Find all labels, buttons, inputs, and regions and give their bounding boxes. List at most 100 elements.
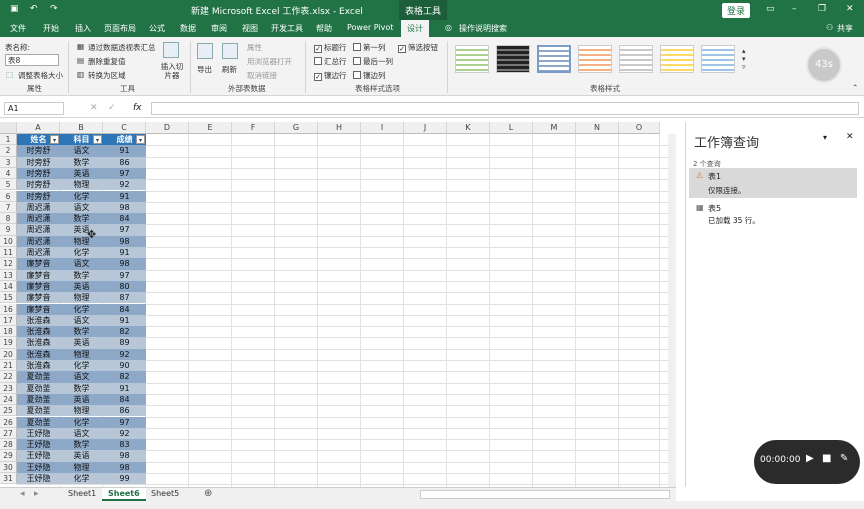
row-header[interactable]: 30 — [0, 461, 17, 473]
table-cell[interactable]: 91 — [103, 382, 146, 394]
table-cell[interactable]: 化学 — [60, 416, 103, 428]
table-cell[interactable]: 数学 — [60, 439, 103, 451]
row-header[interactable]: 6 — [0, 190, 17, 202]
tab-review[interactable]: 审阅 — [211, 23, 227, 34]
row-header[interactable]: 14 — [0, 280, 17, 293]
table-cell[interactable]: 84 — [103, 213, 146, 225]
row-header[interactable]: 7 — [0, 201, 17, 214]
option-first-column[interactable]: 第一列 — [353, 42, 386, 53]
ribbon-options-icon[interactable]: ▭ — [766, 4, 775, 14]
option-total-row[interactable]: 汇总行 — [314, 56, 347, 67]
table-cell[interactable]: 夏劲釜 — [17, 405, 60, 417]
table-header-cell[interactable]: 姓名 ▾ — [17, 134, 60, 146]
tab-file[interactable]: 文件 — [10, 23, 26, 34]
row-header[interactable]: 16 — [0, 303, 17, 315]
table-cell[interactable]: 廉梦音 — [17, 292, 60, 304]
row-header[interactable]: 19 — [0, 337, 17, 349]
table-cell[interactable]: 数学 — [60, 213, 103, 225]
query-item-1[interactable]: ⚠ 表1 仅限连接。 — [689, 168, 857, 198]
checkbox-icon[interactable]: ✓ — [314, 45, 322, 53]
table-cell[interactable]: 廉梦音 — [17, 269, 60, 281]
column-header[interactable]: K — [447, 122, 490, 134]
option-header-row[interactable]: ✓ 标题行 — [314, 42, 347, 53]
table-cell[interactable]: 数学 — [60, 326, 103, 338]
row-header[interactable]: 23 — [0, 382, 17, 394]
row-header[interactable]: 11 — [0, 247, 17, 259]
sheet-tab-sheet5[interactable]: Sheet5 — [145, 488, 185, 501]
pivot-summary-button[interactable]: 通过数据透视表汇总 — [88, 42, 156, 53]
table-cell[interactable]: 夏劲釜 — [17, 382, 60, 394]
table-cell[interactable]: 物理 — [60, 292, 103, 304]
convert-range-button[interactable]: 转换为区域 — [88, 70, 126, 81]
checkbox-icon[interactable] — [353, 57, 361, 65]
row-header[interactable]: 3 — [0, 156, 17, 168]
table-cell[interactable]: 周迟潇 — [17, 235, 60, 247]
row-header[interactable]: 12 — [0, 258, 17, 270]
tab-page-layout[interactable]: 页面布局 — [104, 23, 136, 34]
table-cell[interactable]: 王妤隐 — [17, 439, 60, 451]
vertical-scrollbar[interactable] — [668, 134, 676, 487]
column-header[interactable]: G — [275, 122, 318, 134]
prev-sheet-icon[interactable]: ◂ — [20, 489, 25, 499]
table-cell[interactable]: 语文 — [60, 258, 103, 270]
table-cell[interactable]: 89 — [103, 337, 146, 349]
column-header[interactable]: J — [404, 122, 447, 134]
row-header[interactable]: 13 — [0, 269, 17, 281]
table-style-swatch[interactable] — [496, 45, 530, 73]
option-banded-columns[interactable]: 镶边列 — [353, 70, 386, 81]
table-cell[interactable]: 周迟潇 — [17, 224, 60, 236]
cancel-icon[interactable]: ✕ — [90, 103, 98, 113]
tab-formulas[interactable]: 公式 — [149, 23, 165, 34]
undo-icon[interactable]: ↶ — [30, 4, 38, 14]
share-button[interactable]: 共享 — [837, 23, 853, 34]
table-cell[interactable]: 化学 — [60, 247, 103, 259]
next-sheet-icon[interactable]: ▸ — [34, 489, 39, 499]
checkbox-icon[interactable] — [353, 43, 361, 51]
table-cell[interactable]: 97 — [103, 416, 146, 428]
table-cell[interactable]: 98 — [103, 450, 146, 462]
table-cell[interactable]: 86 — [103, 156, 146, 168]
sheet-tab-sheet6[interactable]: Sheet6 — [102, 488, 146, 501]
table-cell[interactable]: 张淮森 — [17, 314, 60, 327]
row-header[interactable]: 18 — [0, 326, 17, 338]
table-style-swatch[interactable] — [660, 45, 694, 73]
row-header[interactable]: 10 — [0, 235, 17, 247]
table-cell[interactable]: 97 — [103, 269, 146, 281]
table-cell[interactable]: 98 — [103, 258, 146, 270]
table-cell[interactable]: 86 — [103, 405, 146, 417]
table-cell[interactable]: 英语 — [60, 167, 103, 180]
table-cell[interactable]: 夏劲釜 — [17, 371, 60, 383]
select-all-corner[interactable] — [0, 122, 17, 134]
table-cell[interactable]: 物理 — [60, 461, 103, 473]
table-cell[interactable]: 物理 — [60, 235, 103, 247]
maximize-icon[interactable]: ❐ — [818, 4, 826, 14]
tab-insert[interactable]: 插入 — [75, 23, 91, 34]
column-header[interactable]: F — [232, 122, 275, 134]
table-cell[interactable]: 张淮森 — [17, 360, 60, 372]
table-cell[interactable]: 夏劲釜 — [17, 416, 60, 428]
add-sheet-icon[interactable]: ⊕ — [204, 488, 212, 499]
table-cell[interactable]: 语文 — [60, 314, 103, 327]
table-cell[interactable]: 物理 — [60, 405, 103, 417]
row-header[interactable]: 25 — [0, 405, 17, 417]
row-header[interactable]: 5 — [0, 179, 17, 191]
column-header[interactable]: M — [533, 122, 576, 134]
panel-close-icon[interactable]: ✕ — [846, 132, 854, 142]
table-cell[interactable]: 82 — [103, 371, 146, 383]
properties-button[interactable]: 属性 — [247, 42, 262, 53]
row-header[interactable]: 2 — [0, 145, 17, 157]
table-cell[interactable]: 时旁舒 — [17, 190, 60, 202]
column-header[interactable]: D — [146, 122, 189, 134]
row-header[interactable]: 20 — [0, 348, 17, 360]
tell-me-search[interactable]: 操作说明搜索 — [459, 23, 507, 34]
table-cell[interactable]: 廉梦音 — [17, 280, 60, 293]
table-cell[interactable]: 廉梦音 — [17, 258, 60, 270]
open-in-browser-button[interactable]: 用浏览器打开 — [247, 56, 292, 67]
table-cell[interactable]: 化学 — [60, 190, 103, 202]
row-header[interactable]: 4 — [0, 167, 17, 180]
table-cell[interactable]: 时旁舒 — [17, 167, 60, 180]
table-cell[interactable]: 时旁舒 — [17, 179, 60, 191]
table-style-swatch[interactable] — [619, 45, 653, 73]
table-cell[interactable]: 英语 — [60, 337, 103, 349]
column-header[interactable]: H — [318, 122, 361, 134]
